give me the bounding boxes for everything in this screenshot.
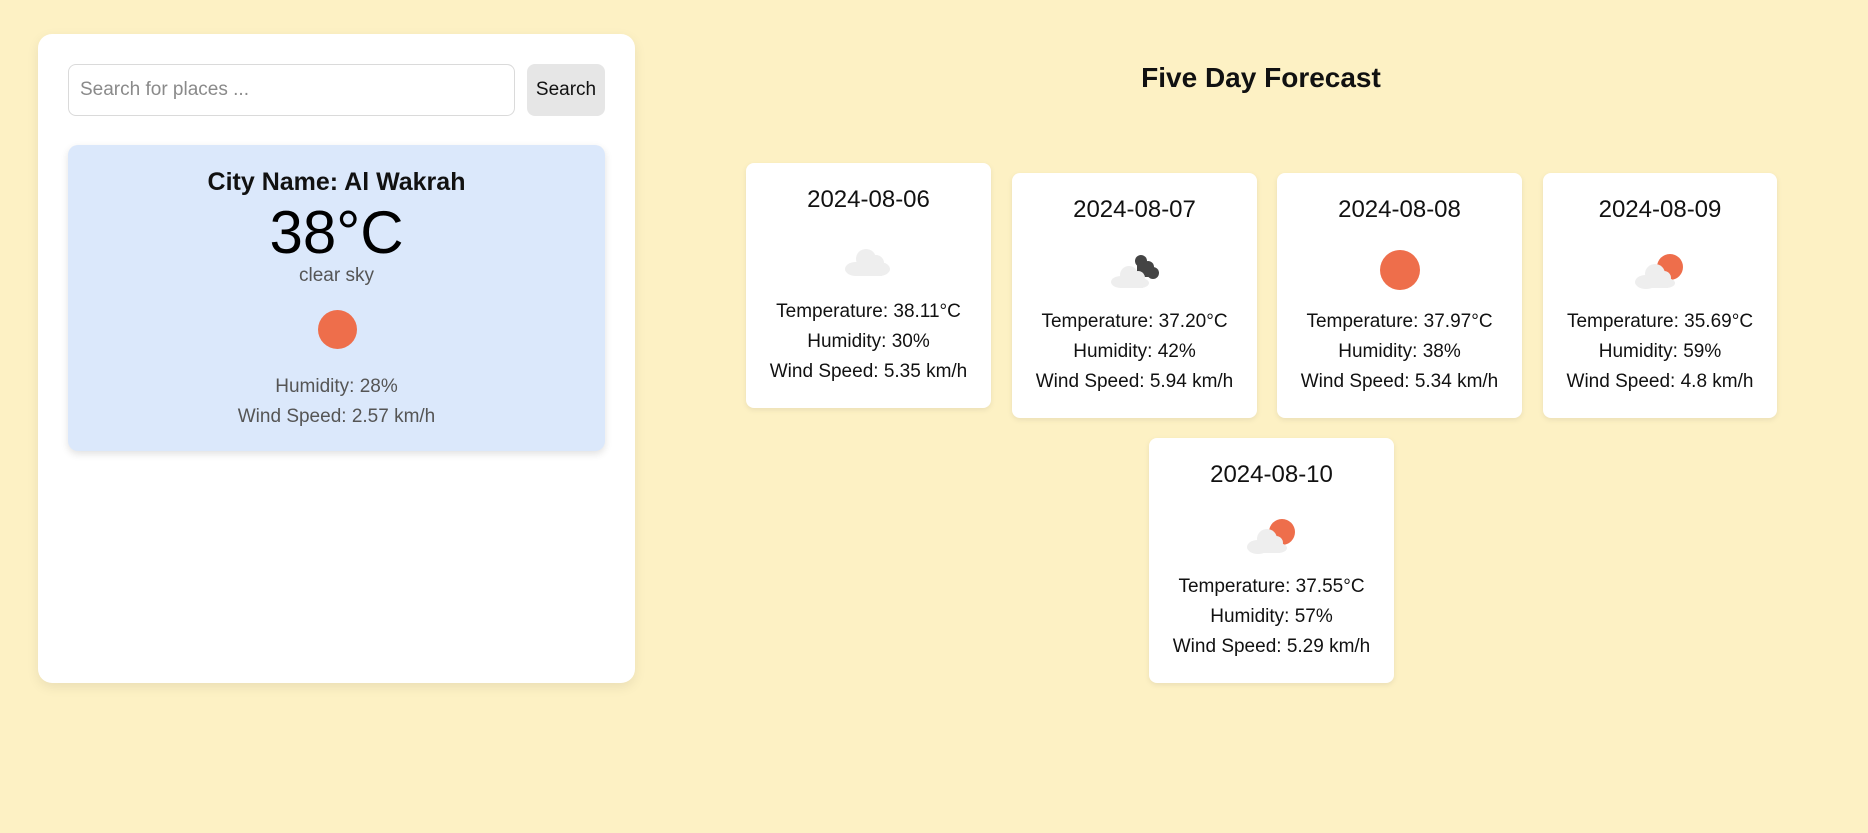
forecast-temperature: Temperature: 37.97°C [1306, 311, 1493, 332]
forecast-humidity: Humidity: 30% [807, 331, 930, 352]
forecast-card: 2024-08-06 Temperature: 38.11°C Humidity… [746, 163, 991, 408]
partly-cloudy-icon [1247, 519, 1295, 554]
city-name: City Name: Al Wakrah [207, 168, 466, 196]
forecast-date: 2024-08-08 [1338, 196, 1461, 223]
forecast-card: 2024-08-10 Temperature: 37.55°C Humidity… [1149, 438, 1394, 683]
forecast-title: Five Day Forecast [1141, 62, 1381, 93]
forecast-humidity: Humidity: 57% [1210, 606, 1333, 627]
current-weather-card: City Name: Al Wakrah 38°C clear sky Humi… [68, 145, 605, 451]
weather-condition: clear sky [299, 265, 374, 286]
partly-cloudy-icon [1635, 254, 1683, 289]
forecast-wind-speed: Wind Speed: 5.29 km/h [1172, 636, 1371, 657]
search-input[interactable] [68, 64, 515, 116]
current-humidity: Humidity: 28% [275, 376, 398, 397]
forecast-date: 2024-08-07 [1073, 196, 1196, 223]
forecast-wind-speed: Wind Speed: 5.34 km/h [1300, 371, 1499, 392]
forecast-temperature: Temperature: 35.69°C [1566, 311, 1754, 332]
forecast-date: 2024-08-10 [1210, 461, 1333, 488]
forecast-date: 2024-08-06 [807, 186, 930, 213]
forecast-date: 2024-08-09 [1598, 196, 1722, 223]
forecast-wind-speed: Wind Speed: 5.94 km/h [1035, 371, 1234, 392]
forecast-temperature: Temperature: 37.55°C [1178, 576, 1365, 597]
search-bar: Search [68, 64, 605, 116]
current-temperature: 38°C [269, 199, 404, 266]
forecast-humidity: Humidity: 59% [1598, 341, 1722, 362]
forecast-temperature: Temperature: 38.11°C [776, 301, 961, 322]
sun-icon [318, 310, 357, 349]
forecast-card: 2024-08-07 Temperature: 37.20°C Humidity… [1012, 173, 1257, 418]
forecast-temperature: Temperature: 37.20°C [1041, 311, 1228, 332]
current-wind-speed: Wind Speed: 2.57 km/h [237, 406, 436, 427]
forecast-wind-speed: Wind Speed: 4.8 km/h [1566, 371, 1754, 392]
forecast-card: 2024-08-09 Temperature: 35.69°C Humidity… [1543, 173, 1777, 418]
forecast-wind-speed: Wind Speed: 5.35 km/h [769, 361, 968, 382]
forecast-humidity: Humidity: 38% [1338, 341, 1461, 362]
cloud-icon [845, 249, 890, 276]
sun-icon [1380, 250, 1420, 290]
forecast-card: 2024-08-08 Temperature: 37.97°C Humidity… [1277, 173, 1522, 418]
forecast-humidity: Humidity: 42% [1073, 341, 1196, 362]
broken-clouds-icon [1111, 255, 1159, 288]
search-button[interactable]: Search [527, 64, 605, 116]
current-weather-panel: Search City Name: Al Wakrah 38°C clear s… [38, 34, 635, 683]
